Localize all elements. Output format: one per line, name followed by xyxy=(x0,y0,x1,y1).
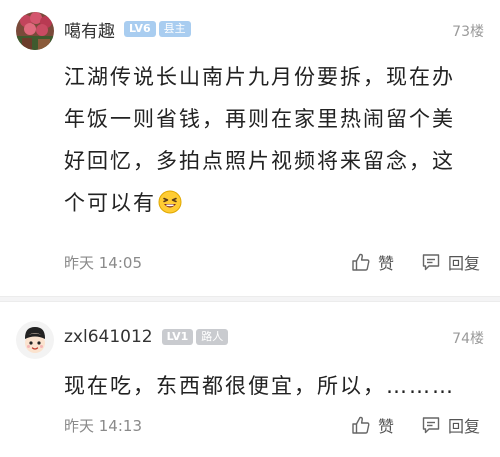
comment-item: zxl641012 LV1 路人 74楼 现在吃，东西都很便宜，所以，……… 昨… xyxy=(0,302,500,457)
content-line: 江湖传说长山南片九月份要拆，现在办 xyxy=(64,65,455,89)
comment-item: 噶有趣 LV6 县主 73楼 江湖传说长山南片九月份要拆，现在办 年饭一则省钱，… xyxy=(0,0,500,302)
like-button[interactable]: 赞 xyxy=(350,413,394,437)
comment-footer: 昨天 14:13 赞 回复 xyxy=(64,413,484,437)
comment-meta: zxl641012 LV1 路人 xyxy=(64,325,229,349)
avatar-photo xyxy=(16,12,54,50)
thumbs-up-icon xyxy=(352,253,370,271)
floor-number: 73楼 xyxy=(452,24,484,40)
reply-button[interactable]: 回复 xyxy=(420,250,480,274)
like-button[interactable]: 赞 xyxy=(350,250,394,274)
like-label: 赞 xyxy=(378,417,395,436)
comment-content: 现在吃，东西都很便宜，所以，……… xyxy=(64,365,484,407)
title-badge: 路人 xyxy=(196,329,229,345)
title-badge: 县主 xyxy=(158,21,191,37)
reply-label: 回复 xyxy=(448,417,481,436)
level-badge: LV6 xyxy=(124,21,156,37)
content-line: 年饭一则省钱，再则在家里热闹留个美 xyxy=(64,107,455,131)
reply-button[interactable]: 回复 xyxy=(420,413,480,437)
reply-label: 回复 xyxy=(448,254,481,273)
comment-content: 江湖传说长山南片九月份要拆，现在办 年饭一则省钱，再则在家里热闹留个美 好回忆，… xyxy=(64,56,484,224)
avatar-cartoon xyxy=(16,321,54,359)
comment-meta: 噶有趣 LV6 县主 xyxy=(64,17,191,42)
laughing-emoji-icon xyxy=(158,190,182,214)
reply-bubble-icon xyxy=(422,254,440,271)
timestamp: 昨天 14:05 xyxy=(64,254,142,272)
username[interactable]: zxl641012 xyxy=(64,327,153,347)
level-badge: LV1 xyxy=(161,329,194,345)
thumbs-up-icon xyxy=(352,416,370,434)
content-line-last: 个可以有 xyxy=(64,182,484,224)
like-label: 赞 xyxy=(378,254,395,273)
avatar[interactable] xyxy=(16,321,54,359)
timestamp: 昨天 14:13 xyxy=(64,417,142,435)
reply-bubble-icon xyxy=(422,417,440,434)
floor-number: 74楼 xyxy=(452,331,484,347)
comment-footer: 昨天 14:05 赞 回复 xyxy=(64,250,484,274)
username[interactable]: 噶有趣 xyxy=(64,17,115,42)
content-line-text: 个可以有 xyxy=(64,191,156,215)
avatar[interactable] xyxy=(16,12,54,50)
content-line: 好回忆，多拍点照片视频将来留念，这 xyxy=(64,149,455,173)
content-line: 现在吃，东西都很便宜，所以，……… xyxy=(64,374,455,398)
